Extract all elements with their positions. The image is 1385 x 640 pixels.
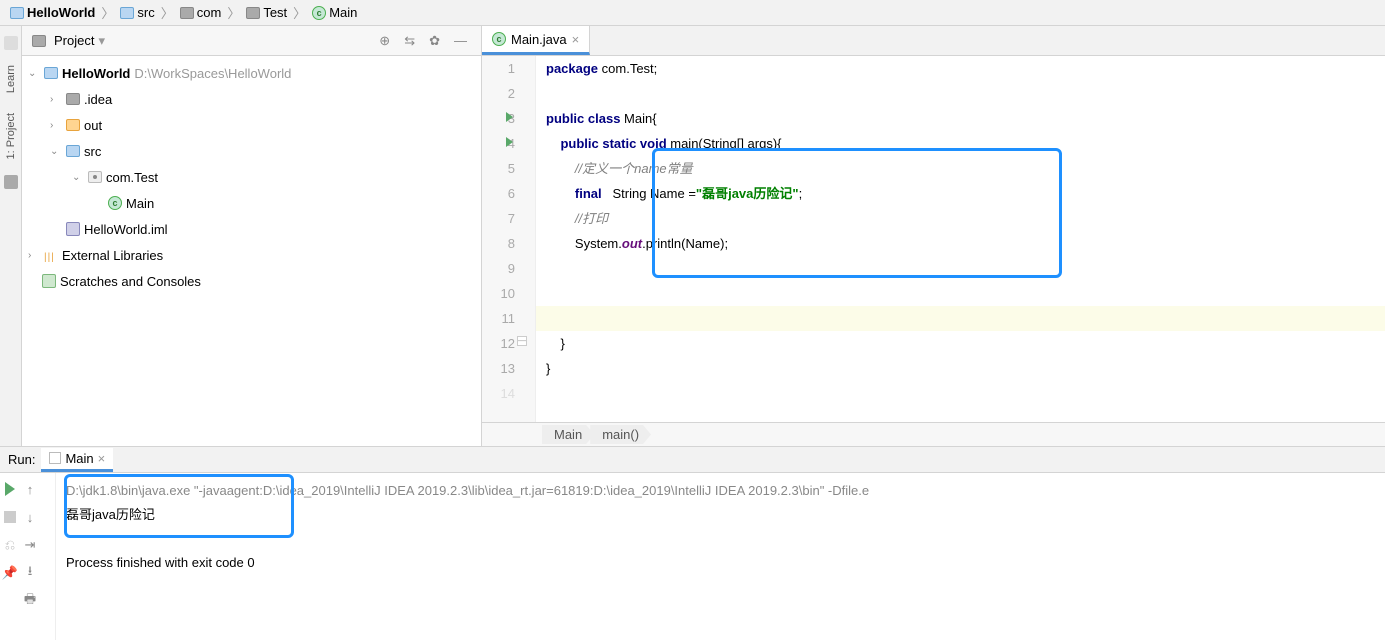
- package-icon: [88, 171, 102, 183]
- run-toolbar: ⎌ 📌 ↑ ↓ ⇥ ⭳ 🖶: [0, 473, 56, 640]
- target-icon[interactable]: ⊕: [375, 33, 394, 49]
- chevron-down-icon[interactable]: ⌄: [72, 172, 84, 183]
- project-view-icon: [32, 35, 46, 47]
- code-breadcrumb[interactable]: Main main(): [482, 422, 1385, 446]
- close-icon[interactable]: ×: [572, 32, 580, 47]
- scratch-icon: [42, 274, 56, 288]
- project-tree[interactable]: ⌄ HelloWorld D:\WorkSpaces\HelloWorld › …: [22, 56, 481, 446]
- gutter[interactable]: 1 2 3 4 5 6 7 8 9 10 11 12— 13 14: [482, 56, 536, 422]
- chevron-down-icon[interactable]: ⌄: [28, 68, 40, 79]
- project-panel-title[interactable]: Project ▾: [54, 33, 369, 49]
- run-config-icon: [49, 452, 61, 464]
- exit-button[interactable]: ⎌: [0, 535, 20, 555]
- wrap-button[interactable]: ⇥: [20, 535, 40, 555]
- module-icon: [44, 67, 58, 79]
- chevron-right-icon[interactable]: ›: [28, 250, 40, 261]
- close-icon[interactable]: ×: [98, 451, 106, 466]
- run-gutter-icon[interactable]: [506, 112, 513, 122]
- run-panel-header: Run: Main ×: [0, 447, 1385, 473]
- run-panel: Run: Main × ⎌ 📌 ↑ ↓ ⇥ ⭳: [0, 446, 1385, 640]
- folder-icon: [66, 145, 80, 157]
- stop-button[interactable]: [0, 507, 20, 527]
- chevron-down-icon[interactable]: ⌄: [50, 146, 62, 157]
- console-output: 磊哥java历险记: [66, 503, 1375, 527]
- project-tab-icon[interactable]: [4, 175, 18, 189]
- crumb-project[interactable]: HelloWorld: [6, 5, 99, 20]
- tree-src[interactable]: ⌄ src: [22, 138, 481, 164]
- console-exit: Process finished with exit code 0: [66, 551, 1375, 575]
- pin-button[interactable]: 📌: [0, 563, 20, 583]
- editor-tab-bar: c Main.java ×: [482, 26, 1385, 56]
- tree-iml[interactable]: HelloWorld.iml: [22, 216, 481, 242]
- tree-out[interactable]: › out: [22, 112, 481, 138]
- scroll-button[interactable]: ⭳: [20, 563, 40, 583]
- expand-icon[interactable]: ⇆: [400, 33, 419, 49]
- editor-tab-main[interactable]: c Main.java ×: [482, 26, 590, 55]
- run-label: Run:: [8, 452, 35, 467]
- chevron-right-icon: 〉: [101, 3, 114, 22]
- folder-icon: [120, 7, 134, 19]
- class-icon: c: [312, 6, 326, 20]
- run-gutter-icon[interactable]: [506, 137, 513, 147]
- tree-idea[interactable]: › .idea: [22, 86, 481, 112]
- breadcrumb: HelloWorld 〉 src 〉 com 〉 Test 〉 cMain: [0, 0, 1385, 26]
- module-icon: [10, 7, 24, 19]
- code-crumb-class[interactable]: Main: [542, 425, 594, 444]
- chevron-right-icon: 〉: [293, 3, 306, 22]
- tree-scratches[interactable]: Scratches and Consoles: [22, 268, 481, 294]
- class-icon: c: [108, 196, 122, 210]
- tree-root[interactable]: ⌄ HelloWorld D:\WorkSpaces\HelloWorld: [22, 60, 481, 86]
- up-button[interactable]: ↑: [20, 479, 40, 499]
- chevron-right-icon[interactable]: ›: [50, 94, 62, 105]
- folder-icon: [66, 119, 80, 131]
- run-console[interactable]: D:\jdk1.8\bin\java.exe "-javaagent:D:\id…: [56, 473, 1385, 640]
- chevron-right-icon[interactable]: ›: [50, 120, 62, 131]
- rerun-button[interactable]: [0, 479, 20, 499]
- tree-main-class[interactable]: c Main: [22, 190, 481, 216]
- code-crumb-method[interactable]: main(): [590, 425, 651, 444]
- editor-panel: c Main.java × 1 2 3 4 5 6 7 8 9 10 11: [482, 26, 1385, 446]
- console-cmd: D:\jdk1.8\bin\java.exe "-javaagent:D:\id…: [66, 479, 1375, 503]
- project-panel-header: Project ▾ ⊕ ⇆ ✿ —: [22, 26, 481, 56]
- project-panel: Project ▾ ⊕ ⇆ ✿ — ⌄ HelloWorld D:\WorkSp…: [22, 26, 482, 446]
- code-editor[interactable]: 1 2 3 4 5 6 7 8 9 10 11 12— 13 14 packag…: [482, 56, 1385, 422]
- tab-learn[interactable]: Learn: [3, 60, 19, 98]
- crumb-test[interactable]: Test: [242, 5, 291, 20]
- hide-icon[interactable]: —: [450, 33, 471, 48]
- library-icon: [44, 248, 58, 262]
- class-icon: c: [492, 32, 506, 46]
- fold-icon[interactable]: —: [517, 336, 527, 346]
- tree-package[interactable]: ⌄ com.Test: [22, 164, 481, 190]
- iml-icon: [66, 222, 80, 236]
- chevron-right-icon: 〉: [227, 3, 240, 22]
- gear-icon[interactable]: ✿: [425, 33, 444, 49]
- tab-project[interactable]: 1: Project: [3, 108, 19, 164]
- folder-icon: [180, 7, 194, 19]
- chevron-right-icon: 〉: [161, 3, 174, 22]
- code-lines[interactable]: package com.Test; public class Main{ pub…: [536, 56, 1385, 422]
- print-button[interactable]: 🖶: [20, 591, 40, 611]
- learn-icon[interactable]: [4, 36, 18, 50]
- crumb-main[interactable]: cMain: [308, 5, 361, 20]
- folder-icon: [66, 93, 80, 105]
- left-tool-strip: Learn 1: Project: [0, 26, 22, 446]
- crumb-com[interactable]: com: [176, 5, 226, 20]
- crumb-src[interactable]: src: [116, 5, 158, 20]
- run-tab-main[interactable]: Main ×: [41, 448, 113, 472]
- tree-external-libs[interactable]: › External Libraries: [22, 242, 481, 268]
- down-button[interactable]: ↓: [20, 507, 40, 527]
- folder-icon: [246, 7, 260, 19]
